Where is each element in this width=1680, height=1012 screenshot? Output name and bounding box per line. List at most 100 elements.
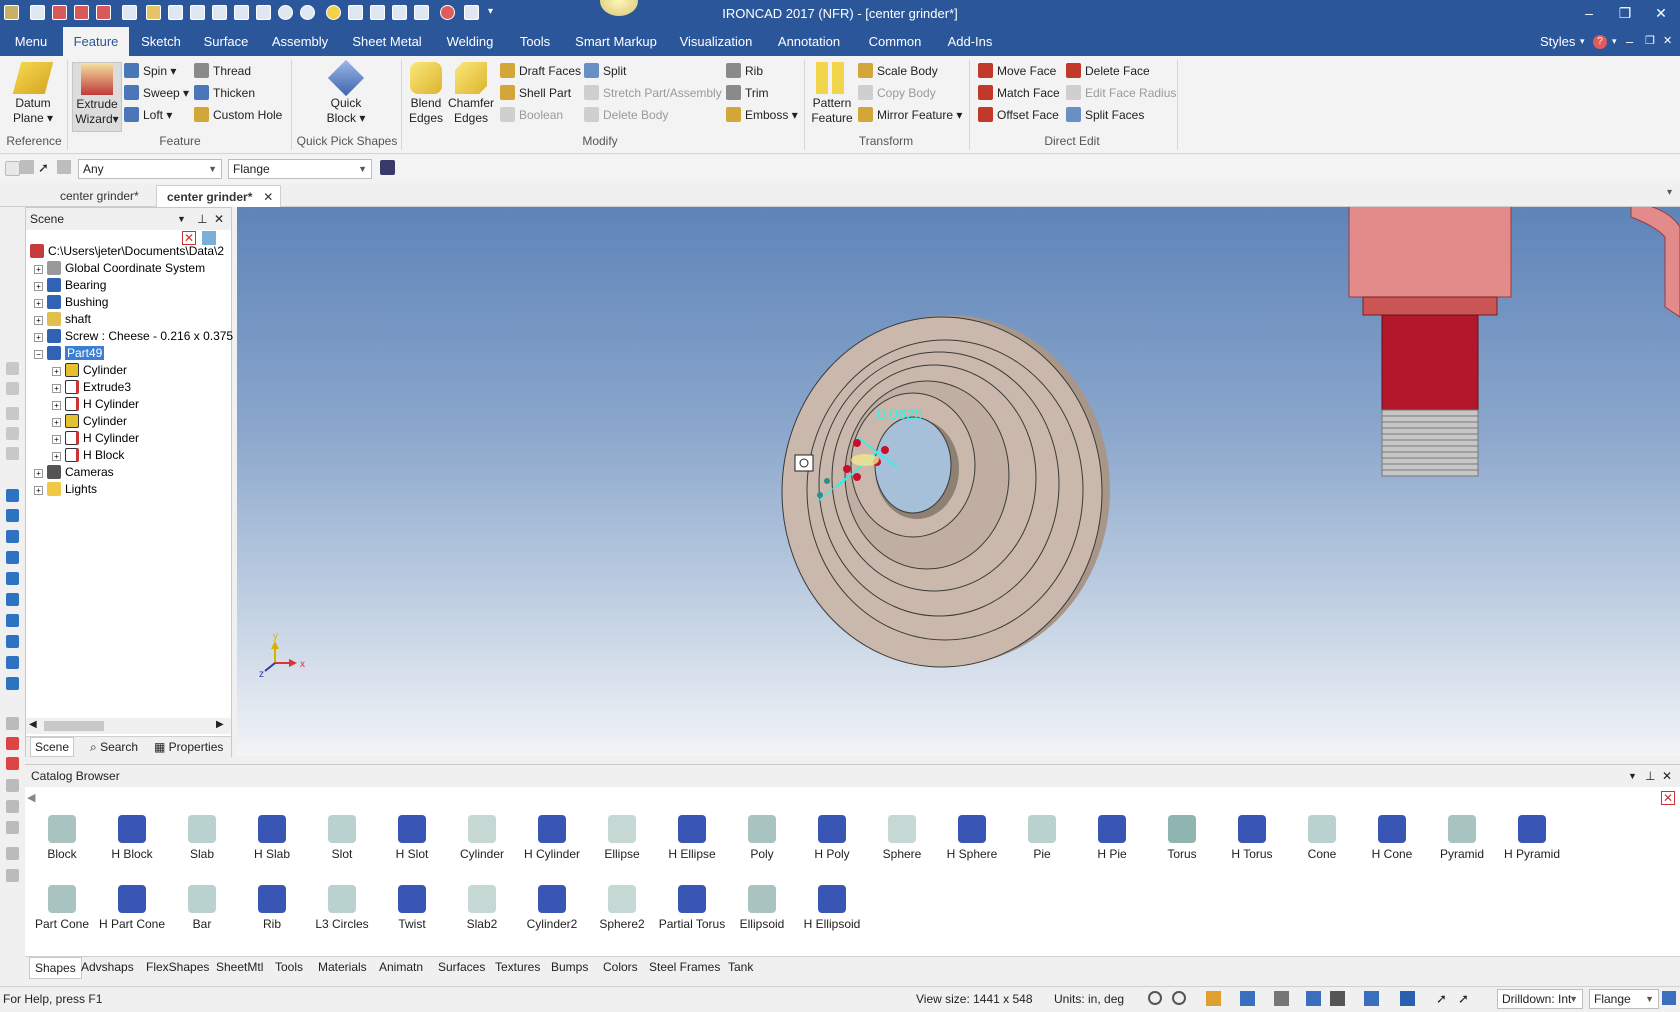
- catalog-tab-animatn[interactable]: Animatn: [379, 960, 423, 974]
- pan-icon[interactable]: [1274, 991, 1289, 1006]
- blend-edges-button[interactable]: Blend Edges: [406, 62, 446, 126]
- tab-smart-markup[interactable]: Smart Markup: [570, 27, 662, 56]
- split-button[interactable]: Split: [584, 61, 626, 81]
- close-panel-icon[interactable]: ✕: [214, 208, 224, 230]
- sketch-tool-icon-3[interactable]: [6, 757, 19, 770]
- tree-item-h-cylinder-1[interactable]: + H Cylinder: [52, 395, 139, 413]
- catalog-tab-textures[interactable]: Textures: [495, 960, 540, 974]
- tool-icon-1[interactable]: [6, 362, 19, 375]
- catalog-shape-h-ellipse[interactable]: H Ellipse: [657, 815, 727, 861]
- catalog-shape-h-poly[interactable]: H Poly: [797, 815, 867, 861]
- delete-face-button[interactable]: Delete Face: [1066, 61, 1150, 81]
- catalog-shape-slot[interactable]: Slot: [307, 815, 377, 861]
- selection-filter-select[interactable]: Any ▼: [78, 159, 222, 179]
- tab-overflow-icon[interactable]: ▾: [1667, 187, 1672, 198]
- shape-tool-icon-2[interactable]: [6, 509, 19, 522]
- status-type-select[interactable]: Flange ▼: [1589, 989, 1659, 1009]
- glasses-icon[interactable]: [1330, 991, 1345, 1006]
- expand-icon[interactable]: +: [52, 367, 61, 376]
- tree-item-bushing[interactable]: + Bushing: [34, 293, 108, 311]
- rib-button[interactable]: Rib: [726, 61, 763, 81]
- catalog-close-icon[interactable]: ✕: [1662, 765, 1672, 787]
- tab-welding[interactable]: Welding: [440, 27, 500, 56]
- expand-icon[interactable]: +: [34, 333, 43, 342]
- doc-tab-1[interactable]: center grinder*: [50, 185, 149, 207]
- expand-icon[interactable]: +: [34, 316, 43, 325]
- tree-item-shaft[interactable]: + shaft: [34, 310, 91, 328]
- tree-item-cylinder-1[interactable]: + Cylinder: [52, 361, 127, 379]
- scroll-thumb[interactable]: [44, 721, 104, 731]
- catalog-shape-bar[interactable]: Bar: [167, 885, 237, 931]
- catalog-shape-h-ellipsoid[interactable]: H Ellipsoid: [797, 885, 867, 931]
- catalog-shape-h-block[interactable]: H Block: [97, 815, 167, 861]
- scale-body-button[interactable]: Scale Body: [858, 61, 938, 81]
- pin-icon[interactable]: ⊥: [197, 208, 207, 230]
- shape-tool-icon-1[interactable]: [6, 489, 19, 502]
- minimize-button[interactable]: –: [1572, 2, 1606, 24]
- display-mode-icon[interactable]: [1364, 991, 1379, 1006]
- shape-tool-icon-10[interactable]: [6, 677, 19, 690]
- catalog-shape-h-torus[interactable]: H Torus: [1217, 815, 1287, 861]
- catalog-shape-torus[interactable]: Torus: [1147, 815, 1217, 861]
- catalog-tab-flexshapes[interactable]: FlexShapes: [146, 960, 209, 974]
- styles-arrow-icon[interactable]: ▾: [1580, 27, 1585, 56]
- shape-tool-icon-4[interactable]: [6, 551, 19, 564]
- catalog-tab-surfaces[interactable]: Surfaces: [438, 960, 485, 974]
- thread-button[interactable]: Thread: [194, 61, 251, 81]
- draft-faces-button[interactable]: Draft Faces: [500, 61, 581, 81]
- doc-tab-2[interactable]: center grinder* ✕: [156, 185, 282, 207]
- spin-button[interactable]: Spin ▾: [124, 61, 176, 81]
- chamfer-edges-button[interactable]: Chamfer Edges: [448, 62, 494, 126]
- expand-icon[interactable]: +: [34, 282, 43, 291]
- catalog-shape-part-cone[interactable]: Part Cone: [27, 885, 97, 931]
- catalog-back-icon[interactable]: ◀: [27, 791, 35, 804]
- network-icon[interactable]: [1662, 991, 1676, 1005]
- extrude-wizard-button[interactable]: Extrude Wizard▾: [72, 62, 122, 132]
- 3d-viewport[interactable]: 0.0625 y x z: [237, 196, 1680, 756]
- tab-feature[interactable]: Feature: [63, 27, 129, 56]
- view-cube-icon[interactable]: [1240, 991, 1255, 1006]
- catalog-shape-cylinder2[interactable]: Cylinder2: [517, 885, 587, 931]
- shape-tool-icon-3[interactable]: [6, 530, 19, 543]
- catalog-shape-ellipsoid[interactable]: Ellipsoid: [727, 885, 797, 931]
- trim-button[interactable]: Trim: [726, 83, 769, 103]
- feature-type-select[interactable]: Flange ▼: [228, 159, 372, 179]
- edit-face-radius-button[interactable]: Edit Face Radius: [1066, 83, 1176, 103]
- pointer-filter-icon[interactable]: [20, 160, 34, 174]
- zoom-fit-icon[interactable]: [1148, 991, 1162, 1005]
- tree-item-screw[interactable]: + Screw : Cheese - 0.216 x 0.375: [34, 327, 233, 345]
- quick-block-button[interactable]: Quick Block ▾: [318, 59, 374, 126]
- catalog-shape-block[interactable]: Block: [27, 815, 97, 861]
- catalog-shape-slab[interactable]: Slab: [167, 815, 237, 861]
- tab-visualization[interactable]: Visualization: [675, 27, 757, 56]
- restore-button[interactable]: ❐: [1608, 2, 1642, 24]
- boolean-button[interactable]: Boolean: [500, 105, 563, 125]
- expand-icon[interactable]: +: [34, 265, 43, 274]
- render-icon[interactable]: [1306, 991, 1321, 1006]
- tab-menu[interactable]: Menu: [0, 27, 62, 56]
- expand-icon[interactable]: +: [34, 469, 43, 478]
- catalog-shape-poly[interactable]: Poly: [727, 815, 797, 861]
- move-face-button[interactable]: Move Face: [978, 61, 1056, 81]
- horizontal-scrollbar[interactable]: ◀ ▶: [26, 718, 231, 734]
- tool-icon-5[interactable]: [6, 447, 19, 460]
- zoom-icon[interactable]: [1172, 991, 1186, 1005]
- catalog-pin-icon[interactable]: ⊥: [1645, 765, 1655, 787]
- catalog-tab-advshaps[interactable]: Advshaps: [81, 960, 134, 974]
- catalog-clear-icon[interactable]: ✕: [1661, 791, 1675, 805]
- ribbon-minimize-icon[interactable]: –: [1626, 27, 1633, 56]
- shape-tool-icon-8[interactable]: [6, 635, 19, 648]
- expand-icon[interactable]: +: [34, 486, 43, 495]
- expand-icon[interactable]: +: [52, 401, 61, 410]
- tree-item-bearing[interactable]: + Bearing: [34, 276, 106, 294]
- catalog-tab-sheetmtl[interactable]: SheetMtl: [216, 960, 263, 974]
- offset-face-button[interactable]: Offset Face: [978, 105, 1059, 125]
- expand-icon[interactable]: +: [52, 452, 61, 461]
- cursor-alt-icon[interactable]: ➚: [1458, 991, 1469, 1007]
- shading-icon[interactable]: [1400, 991, 1415, 1006]
- catalog-shape-h-slot[interactable]: H Slot: [377, 815, 447, 861]
- catalog-shape-slab2[interactable]: Slab2: [447, 885, 517, 931]
- datum-plane-button[interactable]: Datum Plane ▾: [8, 62, 58, 126]
- sketch-tool-icon-5[interactable]: [6, 800, 19, 813]
- tool-icon-4[interactable]: [6, 427, 19, 440]
